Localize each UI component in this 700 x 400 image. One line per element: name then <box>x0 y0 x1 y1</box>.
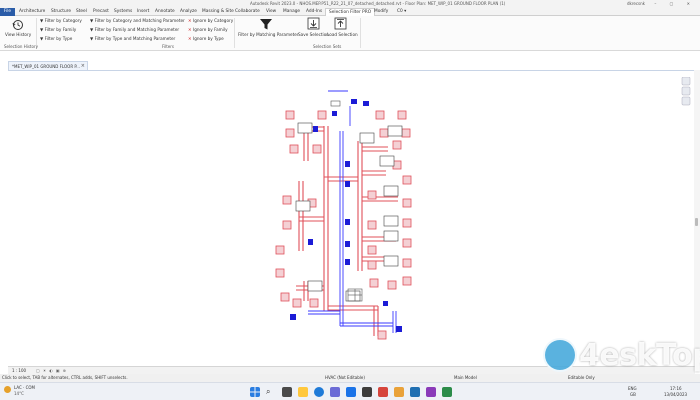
group-label-filters: Filters <box>162 44 174 49</box>
clock-date: 13/04/2023 <box>664 392 688 397</box>
drawing-canvas[interactable] <box>8 70 695 366</box>
tab-massing-site[interactable]: Massing & Site <box>202 9 234 14</box>
save-selection-icon[interactable] <box>307 17 320 30</box>
grid-elements <box>330 100 363 302</box>
tab-collaborate[interactable]: Collaborate <box>235 9 260 14</box>
funnel-large-icon[interactable] <box>259 17 273 31</box>
tab-systems[interactable]: Systems <box>114 9 132 14</box>
teams-icon[interactable] <box>330 387 340 397</box>
view-history-button[interactable]: View History <box>5 32 31 37</box>
tab-modify[interactable]: Modify <box>374 9 388 14</box>
view-scale[interactable]: 1 : 100 <box>12 368 26 373</box>
logo-badge-icon <box>543 338 577 372</box>
user-name[interactable]: dkrecsnk <box>627 1 645 6</box>
watermark-text: 4eskTop <box>579 338 700 373</box>
weather-description[interactable]: LAC · COM <box>14 385 35 390</box>
history-icon[interactable] <box>12 19 24 31</box>
title-bar: Autodesk Revit 2023.0 - NHOS.MEP.P51_R22… <box>0 0 700 8</box>
input-locale: GB <box>630 392 636 397</box>
tab-extra-dropdown[interactable]: C0 ▾ <box>397 9 406 14</box>
load-selection-icon[interactable] <box>334 17 347 30</box>
status-hint: Click to select, TAB for alternates, CTR… <box>2 375 128 380</box>
ribbon-tabs: File Architecture Structure Steel Precas… <box>0 8 700 17</box>
floor-plan-drawing[interactable] <box>8 71 695 367</box>
filter-category-param-button[interactable]: ▼ Filter by Category and Matching Parame… <box>90 18 185 23</box>
tab-view[interactable]: View <box>266 9 276 14</box>
filter-by-matching-parameter-button[interactable]: Filter by Matching Parameter <box>238 32 299 37</box>
tab-manage[interactable]: Manage <box>283 9 300 14</box>
onenote-icon[interactable] <box>426 387 436 397</box>
design-option-selector[interactable]: Main Model <box>454 375 477 380</box>
watermark-logo: 4eskTop <box>541 336 700 378</box>
app-icon[interactable] <box>378 387 388 397</box>
window-title: Autodesk Revit 2023.0 - NHOS.MEP.P51_R22… <box>250 1 506 6</box>
outlook-icon[interactable] <box>346 387 356 397</box>
air-handling-units <box>295 122 403 302</box>
filter-by-category-button[interactable]: ▼ Filter by Category <box>40 18 82 23</box>
steering-wheel-icon[interactable] <box>681 77 691 86</box>
tab-file[interactable]: File <box>0 8 15 16</box>
save-selection-button[interactable]: Save Selection <box>298 32 329 37</box>
tab-steel[interactable]: Steel <box>76 9 87 14</box>
ignore-by-category-button[interactable]: ✕ Ignore by Category <box>188 18 233 23</box>
document-tab[interactable]: *MET_WIP_01 GROUND FLOOR P... × <box>8 61 88 70</box>
vertical-scrollbar[interactable] <box>694 70 700 366</box>
scrollbar-thumb[interactable] <box>695 218 698 226</box>
window-controls[interactable]: – ▢ ✕ <box>654 1 696 6</box>
filter-family-param-button[interactable]: ▼ Filter by Family and Matching Paramete… <box>90 27 179 32</box>
ignore-by-family-button[interactable]: ✕ Ignore by Family <box>188 27 228 32</box>
input-language[interactable]: ENG <box>628 386 637 391</box>
tab-precast[interactable]: Precast <box>93 9 109 14</box>
store-icon[interactable] <box>362 387 372 397</box>
workset-selector[interactable]: HVAC (Not Editable) <box>325 375 365 380</box>
search-icon[interactable]: ⌕ <box>266 387 276 397</box>
filter-by-family-button[interactable]: ▼ Filter by Family <box>40 27 76 32</box>
weather-temperature: 14°C <box>14 391 24 396</box>
close-icon[interactable]: × <box>81 63 85 69</box>
revit-icon[interactable] <box>410 387 420 397</box>
filter-type-param-button[interactable]: ▼ Filter by Type and Matching Parameter <box>90 36 175 41</box>
ignore-by-type-button[interactable]: ✕ Ignore by Type <box>188 36 224 41</box>
load-selection-button[interactable]: Load Selection <box>327 32 358 37</box>
zoom-region-icon[interactable] <box>681 96 691 106</box>
windows-start-icon[interactable] <box>250 387 260 397</box>
excel-icon[interactable] <box>442 387 452 397</box>
chrome-icon[interactable] <box>394 387 404 397</box>
ribbon-panel: View History ▼ Filter by Category ▼ Filt… <box>0 16 700 51</box>
view-control-icons[interactable]: ▢☀◐▣⊕ <box>36 368 69 373</box>
group-divider <box>360 18 361 48</box>
navigation-bar[interactable] <box>681 77 691 107</box>
document-tab-label: *MET_WIP_01 GROUND FLOOR P... <box>12 64 80 69</box>
group-label-selection-sets: Selection Sets <box>313 44 342 49</box>
windows-taskbar: LAC · COM 14°C ⌕ ENG GB 17:16 13/04/2023 <box>0 382 700 400</box>
filter-by-type-button[interactable]: ▼ Filter by Type <box>40 36 72 41</box>
edge-browser-icon[interactable] <box>314 387 324 397</box>
task-view-icon[interactable] <box>282 387 292 397</box>
tab-insert[interactable]: Insert <box>137 9 149 14</box>
zoom-icon[interactable] <box>681 86 691 96</box>
tab-annotate[interactable]: Annotate <box>155 9 175 14</box>
group-label-selection-history: Selection History <box>4 44 38 49</box>
clock-time[interactable]: 17:16 <box>670 386 682 391</box>
tab-analyze[interactable]: Analyze <box>180 9 197 14</box>
file-explorer-icon[interactable] <box>298 387 308 397</box>
tab-structure[interactable]: Structure <box>51 9 71 14</box>
weather-icon[interactable] <box>4 386 11 393</box>
tab-architecture[interactable]: Architecture <box>19 9 45 14</box>
tab-add-ins[interactable]: Add-Ins <box>306 9 322 14</box>
group-divider <box>234 18 235 48</box>
